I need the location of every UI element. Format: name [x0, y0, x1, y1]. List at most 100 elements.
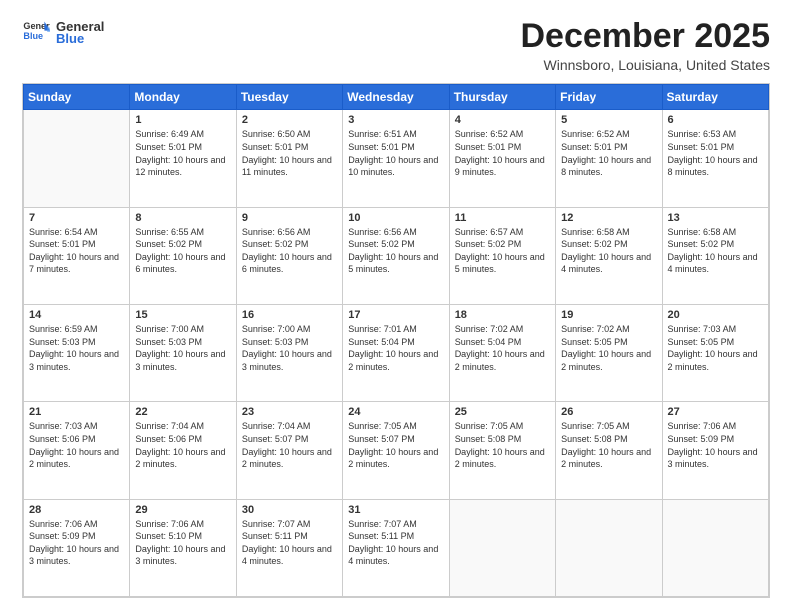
- day-cell: 30 Sunrise: 7:07 AM Sunset: 5:11 PM Dayli…: [236, 499, 342, 596]
- day-number: 3: [348, 114, 443, 126]
- day-info: Sunrise: 7:03 AM Sunset: 5:05 PM Dayligh…: [668, 323, 763, 373]
- day-number: 14: [29, 309, 124, 321]
- calendar-table: Sunday Monday Tuesday Wednesday Thursday…: [23, 84, 769, 597]
- day-number: 28: [29, 504, 124, 516]
- calendar: Sunday Monday Tuesday Wednesday Thursday…: [22, 83, 770, 598]
- day-number: 27: [668, 406, 763, 418]
- col-saturday: Saturday: [662, 85, 768, 110]
- day-cell: [449, 499, 555, 596]
- day-cell: 17 Sunrise: 7:01 AM Sunset: 5:04 PM Dayli…: [343, 305, 449, 402]
- day-number: 7: [29, 212, 124, 224]
- calendar-body: 1Sunrise: 6:49 AM Sunset: 5:01 PM Daylig…: [24, 110, 769, 597]
- day-info: Sunrise: 6:58 AM Sunset: 5:02 PM Dayligh…: [561, 226, 656, 276]
- day-number: 29: [135, 504, 230, 516]
- day-number: 15: [135, 309, 230, 321]
- day-number: 31: [348, 504, 443, 516]
- day-cell: 19 Sunrise: 7:02 AM Sunset: 5:05 PM Dayli…: [556, 305, 662, 402]
- month-title: December 2025: [520, 18, 770, 55]
- day-number: 11: [455, 212, 550, 224]
- day-info: Sunrise: 6:56 AM Sunset: 5:02 PM Dayligh…: [242, 226, 337, 276]
- day-info: Sunrise: 7:05 AM Sunset: 5:07 PM Dayligh…: [348, 420, 443, 470]
- day-number: 24: [348, 406, 443, 418]
- day-number: 20: [668, 309, 763, 321]
- day-cell: 20 Sunrise: 7:03 AM Sunset: 5:05 PM Dayli…: [662, 305, 768, 402]
- day-number: 23: [242, 406, 337, 418]
- day-number: 18: [455, 309, 550, 321]
- col-friday: Friday: [556, 85, 662, 110]
- day-info: Sunrise: 6:52 AM Sunset: 5:01 PM Dayligh…: [455, 128, 550, 178]
- day-cell: 18 Sunrise: 7:02 AM Sunset: 5:04 PM Dayli…: [449, 305, 555, 402]
- week-row-0: 1Sunrise: 6:49 AM Sunset: 5:01 PM Daylig…: [24, 110, 769, 207]
- day-number: 1: [135, 114, 230, 126]
- day-cell: 13 Sunrise: 6:58 AM Sunset: 5:02 PM Dayli…: [662, 207, 768, 304]
- day-number: 6: [668, 114, 763, 126]
- day-number: 10: [348, 212, 443, 224]
- day-cell: [556, 499, 662, 596]
- col-wednesday: Wednesday: [343, 85, 449, 110]
- weekday-header-row: Sunday Monday Tuesday Wednesday Thursday…: [24, 85, 769, 110]
- header: General Blue General Blue December 2025 …: [22, 18, 770, 73]
- day-info: Sunrise: 6:56 AM Sunset: 5:02 PM Dayligh…: [348, 226, 443, 276]
- day-info: Sunrise: 7:07 AM Sunset: 5:11 PM Dayligh…: [348, 518, 443, 568]
- day-info: Sunrise: 7:06 AM Sunset: 5:09 PM Dayligh…: [668, 420, 763, 470]
- col-monday: Monday: [130, 85, 236, 110]
- day-info: Sunrise: 7:05 AM Sunset: 5:08 PM Dayligh…: [561, 420, 656, 470]
- week-row-1: 7Sunrise: 6:54 AM Sunset: 5:01 PM Daylig…: [24, 207, 769, 304]
- day-cell: 16 Sunrise: 7:00 AM Sunset: 5:03 PM Dayli…: [236, 305, 342, 402]
- day-cell: 11 Sunrise: 6:57 AM Sunset: 5:02 PM Dayli…: [449, 207, 555, 304]
- day-number: 17: [348, 309, 443, 321]
- day-cell: 5Sunrise: 6:52 AM Sunset: 5:01 PM Daylig…: [556, 110, 662, 207]
- day-cell: 3 Sunrise: 6:51 AM Sunset: 5:01 PM Daylig…: [343, 110, 449, 207]
- day-info: Sunrise: 6:51 AM Sunset: 5:01 PM Dayligh…: [348, 128, 443, 178]
- day-cell: 22Sunrise: 7:04 AM Sunset: 5:06 PM Dayli…: [130, 402, 236, 499]
- week-row-4: 28 Sunrise: 7:06 AM Sunset: 5:09 PM Dayli…: [24, 499, 769, 596]
- day-number: 13: [668, 212, 763, 224]
- col-thursday: Thursday: [449, 85, 555, 110]
- day-cell: 4 Sunrise: 6:52 AM Sunset: 5:01 PM Daylig…: [449, 110, 555, 207]
- col-tuesday: Tuesday: [236, 85, 342, 110]
- day-cell: 27 Sunrise: 7:06 AM Sunset: 5:09 PM Dayli…: [662, 402, 768, 499]
- day-cell: 15 Sunrise: 7:00 AM Sunset: 5:03 PM Dayli…: [130, 305, 236, 402]
- day-info: Sunrise: 7:06 AM Sunset: 5:10 PM Dayligh…: [135, 518, 230, 568]
- day-cell: 25Sunrise: 7:05 AM Sunset: 5:08 PM Dayli…: [449, 402, 555, 499]
- day-number: 4: [455, 114, 550, 126]
- day-number: 30: [242, 504, 337, 516]
- day-cell: 29 Sunrise: 7:06 AM Sunset: 5:10 PM Dayli…: [130, 499, 236, 596]
- day-info: Sunrise: 7:02 AM Sunset: 5:04 PM Dayligh…: [455, 323, 550, 373]
- day-info: Sunrise: 7:03 AM Sunset: 5:06 PM Dayligh…: [29, 420, 124, 470]
- day-number: 5: [561, 114, 656, 126]
- day-number: 19: [561, 309, 656, 321]
- day-number: 21: [29, 406, 124, 418]
- day-info: Sunrise: 7:04 AM Sunset: 5:06 PM Dayligh…: [135, 420, 230, 470]
- day-cell: 6 Sunrise: 6:53 AM Sunset: 5:01 PM Daylig…: [662, 110, 768, 207]
- day-cell: 26Sunrise: 7:05 AM Sunset: 5:08 PM Dayli…: [556, 402, 662, 499]
- day-info: Sunrise: 7:06 AM Sunset: 5:09 PM Dayligh…: [29, 518, 124, 568]
- day-cell: 14Sunrise: 6:59 AM Sunset: 5:03 PM Dayli…: [24, 305, 130, 402]
- day-cell: 31 Sunrise: 7:07 AM Sunset: 5:11 PM Dayli…: [343, 499, 449, 596]
- logo: General Blue General Blue: [22, 18, 104, 46]
- day-info: Sunrise: 7:00 AM Sunset: 5:03 PM Dayligh…: [242, 323, 337, 373]
- day-cell: 24 Sunrise: 7:05 AM Sunset: 5:07 PM Dayli…: [343, 402, 449, 499]
- day-info: Sunrise: 7:04 AM Sunset: 5:07 PM Dayligh…: [242, 420, 337, 470]
- day-info: Sunrise: 7:01 AM Sunset: 5:04 PM Dayligh…: [348, 323, 443, 373]
- day-info: Sunrise: 7:07 AM Sunset: 5:11 PM Dayligh…: [242, 518, 337, 568]
- day-info: Sunrise: 7:00 AM Sunset: 5:03 PM Dayligh…: [135, 323, 230, 373]
- day-number: 16: [242, 309, 337, 321]
- day-info: Sunrise: 6:58 AM Sunset: 5:02 PM Dayligh…: [668, 226, 763, 276]
- day-cell: 28 Sunrise: 7:06 AM Sunset: 5:09 PM Dayli…: [24, 499, 130, 596]
- col-sunday: Sunday: [24, 85, 130, 110]
- calendar-header: Sunday Monday Tuesday Wednesday Thursday…: [24, 85, 769, 110]
- day-info: Sunrise: 7:02 AM Sunset: 5:05 PM Dayligh…: [561, 323, 656, 373]
- day-cell: 1Sunrise: 6:49 AM Sunset: 5:01 PM Daylig…: [130, 110, 236, 207]
- day-number: 2: [242, 114, 337, 126]
- week-row-2: 14Sunrise: 6:59 AM Sunset: 5:03 PM Dayli…: [24, 305, 769, 402]
- day-cell: 7Sunrise: 6:54 AM Sunset: 5:01 PM Daylig…: [24, 207, 130, 304]
- day-cell: 9 Sunrise: 6:56 AM Sunset: 5:02 PM Daylig…: [236, 207, 342, 304]
- day-cell: 8Sunrise: 6:55 AM Sunset: 5:02 PM Daylig…: [130, 207, 236, 304]
- title-block: December 2025 Winnsboro, Louisiana, Unit…: [520, 18, 770, 73]
- day-number: 8: [135, 212, 230, 224]
- day-info: Sunrise: 6:53 AM Sunset: 5:01 PM Dayligh…: [668, 128, 763, 178]
- day-cell: 12Sunrise: 6:58 AM Sunset: 5:02 PM Dayli…: [556, 207, 662, 304]
- day-info: Sunrise: 6:57 AM Sunset: 5:02 PM Dayligh…: [455, 226, 550, 276]
- day-number: 9: [242, 212, 337, 224]
